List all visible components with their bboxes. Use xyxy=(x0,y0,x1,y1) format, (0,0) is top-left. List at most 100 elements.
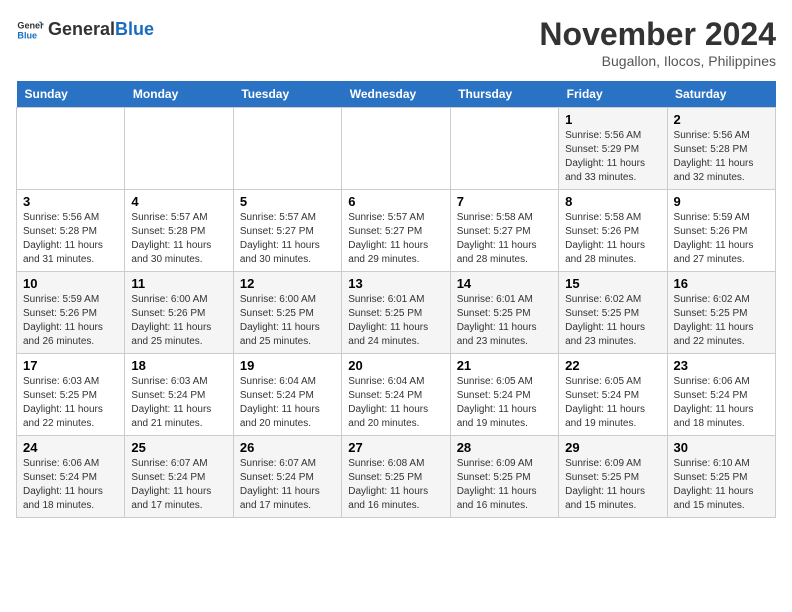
day-info: Sunrise: 6:07 AM Sunset: 5:24 PM Dayligh… xyxy=(131,457,226,513)
header-sunday: Sunday xyxy=(17,81,125,108)
day-number: 22 xyxy=(565,358,660,373)
day-number: 19 xyxy=(240,358,335,373)
day-number: 28 xyxy=(457,440,552,455)
day-info: Sunrise: 6:09 AM Sunset: 5:25 PM Dayligh… xyxy=(457,457,552,513)
calendar-day-cell: 30Sunrise: 6:10 AM Sunset: 5:25 PM Dayli… xyxy=(667,436,775,518)
day-info: Sunrise: 5:57 AM Sunset: 5:27 PM Dayligh… xyxy=(240,211,335,267)
calendar-day-cell: 15Sunrise: 6:02 AM Sunset: 5:25 PM Dayli… xyxy=(559,272,667,354)
day-number: 17 xyxy=(23,358,118,373)
calendar-day-cell: 25 Sunrise: 6:07 AM Sunset: 5:24 PM Dayli… xyxy=(125,436,233,518)
day-info: Sunrise: 6:09 AM Sunset: 5:25 PM Dayligh… xyxy=(565,457,660,513)
calendar-day-cell: 12 Sunrise: 6:00 AM Sunset: 5:25 PM Dayli… xyxy=(233,272,341,354)
day-info: Sunrise: 6:01 AM Sunset: 5:25 PM Dayligh… xyxy=(457,293,552,349)
calendar-day-cell: 27 Sunrise: 6:08 AM Sunset: 5:25 PM Dayli… xyxy=(342,436,450,518)
calendar-day-cell: 17 Sunrise: 6:03 AM Sunset: 5:25 PM Dayli… xyxy=(17,354,125,436)
day-number: 14 xyxy=(457,276,552,291)
day-info: Sunrise: 5:58 AM Sunset: 5:27 PM Dayligh… xyxy=(457,211,552,267)
calendar-day-cell: 19 Sunrise: 6:04 AM Sunset: 5:24 PM Dayli… xyxy=(233,354,341,436)
day-number: 7 xyxy=(457,194,552,209)
day-number: 18 xyxy=(131,358,226,373)
day-info: Sunrise: 6:07 AM Sunset: 5:24 PM Dayligh… xyxy=(240,457,335,513)
logo-blue-text: Blue xyxy=(115,19,154,39)
day-info: Sunrise: 5:58 AM Sunset: 5:26 PM Dayligh… xyxy=(565,211,660,267)
day-number: 25 xyxy=(131,440,226,455)
day-info: Sunrise: 6:03 AM Sunset: 5:25 PM Dayligh… xyxy=(23,375,118,431)
calendar-week-row: 17 Sunrise: 6:03 AM Sunset: 5:25 PM Dayli… xyxy=(17,354,776,436)
header-thursday: Thursday xyxy=(450,81,558,108)
day-number: 3 xyxy=(23,194,118,209)
calendar-day-cell xyxy=(125,108,233,190)
day-info: Sunrise: 6:00 AM Sunset: 5:26 PM Dayligh… xyxy=(131,293,226,349)
day-info: Sunrise: 5:56 AM Sunset: 5:28 PM Dayligh… xyxy=(23,211,118,267)
calendar-table: SundayMondayTuesdayWednesdayThursdayFrid… xyxy=(16,81,776,518)
day-info: Sunrise: 6:04 AM Sunset: 5:24 PM Dayligh… xyxy=(348,375,443,431)
day-info: Sunrise: 6:06 AM Sunset: 5:24 PM Dayligh… xyxy=(674,375,769,431)
calendar-day-cell xyxy=(450,108,558,190)
calendar-week-row: 3 Sunrise: 5:56 AM Sunset: 5:28 PM Daylig… xyxy=(17,190,776,272)
logo: General Blue GeneralBlue xyxy=(16,16,154,44)
calendar-day-cell: 5 Sunrise: 5:57 AM Sunset: 5:27 PM Daylig… xyxy=(233,190,341,272)
day-info: Sunrise: 6:06 AM Sunset: 5:24 PM Dayligh… xyxy=(23,457,118,513)
day-info: Sunrise: 6:05 AM Sunset: 5:24 PM Dayligh… xyxy=(457,375,552,431)
header-friday: Friday xyxy=(559,81,667,108)
calendar-day-cell: 13 Sunrise: 6:01 AM Sunset: 5:25 PM Dayli… xyxy=(342,272,450,354)
day-number: 1 xyxy=(565,112,660,127)
svg-text:Blue: Blue xyxy=(17,30,37,40)
day-info: Sunrise: 6:01 AM Sunset: 5:25 PM Dayligh… xyxy=(348,293,443,349)
calendar-week-row: 24 Sunrise: 6:06 AM Sunset: 5:24 PM Dayli… xyxy=(17,436,776,518)
calendar-header-row: SundayMondayTuesdayWednesdayThursdayFrid… xyxy=(17,81,776,108)
calendar-day-cell xyxy=(342,108,450,190)
calendar-day-cell: 28 Sunrise: 6:09 AM Sunset: 5:25 PM Dayli… xyxy=(450,436,558,518)
day-number: 21 xyxy=(457,358,552,373)
calendar-day-cell xyxy=(17,108,125,190)
header-wednesday: Wednesday xyxy=(342,81,450,108)
calendar-week-row: 1 Sunrise: 5:56 AM Sunset: 5:29 PM Daylig… xyxy=(17,108,776,190)
day-info: Sunrise: 6:03 AM Sunset: 5:24 PM Dayligh… xyxy=(131,375,226,431)
calendar-day-cell: 2Sunrise: 5:56 AM Sunset: 5:28 PM Daylig… xyxy=(667,108,775,190)
day-info: Sunrise: 6:04 AM Sunset: 5:24 PM Dayligh… xyxy=(240,375,335,431)
calendar-day-cell: 10Sunrise: 5:59 AM Sunset: 5:26 PM Dayli… xyxy=(17,272,125,354)
page-header: General Blue GeneralBlue November 2024 B… xyxy=(16,16,776,69)
day-number: 6 xyxy=(348,194,443,209)
calendar-day-cell: 18 Sunrise: 6:03 AM Sunset: 5:24 PM Dayli… xyxy=(125,354,233,436)
day-info: Sunrise: 6:05 AM Sunset: 5:24 PM Dayligh… xyxy=(565,375,660,431)
day-number: 27 xyxy=(348,440,443,455)
day-info: Sunrise: 5:56 AM Sunset: 5:29 PM Dayligh… xyxy=(565,129,660,185)
location-subtitle: Bugallon, Ilocos, Philippines xyxy=(539,53,776,69)
header-saturday: Saturday xyxy=(667,81,775,108)
day-number: 13 xyxy=(348,276,443,291)
day-info: Sunrise: 5:56 AM Sunset: 5:28 PM Dayligh… xyxy=(674,129,769,185)
day-number: 16 xyxy=(674,276,769,291)
calendar-day-cell: 8Sunrise: 5:58 AM Sunset: 5:26 PM Daylig… xyxy=(559,190,667,272)
header-tuesday: Tuesday xyxy=(233,81,341,108)
calendar-day-cell: 11 Sunrise: 6:00 AM Sunset: 5:26 PM Dayli… xyxy=(125,272,233,354)
calendar-day-cell: 29Sunrise: 6:09 AM Sunset: 5:25 PM Dayli… xyxy=(559,436,667,518)
calendar-day-cell: 24 Sunrise: 6:06 AM Sunset: 5:24 PM Dayli… xyxy=(17,436,125,518)
calendar-day-cell xyxy=(233,108,341,190)
title-block: November 2024 Bugallon, Ilocos, Philippi… xyxy=(539,16,776,69)
calendar-day-cell: 23 Sunrise: 6:06 AM Sunset: 5:24 PM Dayli… xyxy=(667,354,775,436)
logo-icon: General Blue xyxy=(16,16,44,44)
calendar-week-row: 10Sunrise: 5:59 AM Sunset: 5:26 PM Dayli… xyxy=(17,272,776,354)
calendar-day-cell: 1 Sunrise: 5:56 AM Sunset: 5:29 PM Daylig… xyxy=(559,108,667,190)
calendar-day-cell: 3 Sunrise: 5:56 AM Sunset: 5:28 PM Daylig… xyxy=(17,190,125,272)
day-info: Sunrise: 6:00 AM Sunset: 5:25 PM Dayligh… xyxy=(240,293,335,349)
logo-general-text: General xyxy=(48,19,115,39)
day-number: 4 xyxy=(131,194,226,209)
day-number: 10 xyxy=(23,276,118,291)
day-number: 12 xyxy=(240,276,335,291)
day-info: Sunrise: 6:08 AM Sunset: 5:25 PM Dayligh… xyxy=(348,457,443,513)
calendar-day-cell: 22 Sunrise: 6:05 AM Sunset: 5:24 PM Dayli… xyxy=(559,354,667,436)
month-year-title: November 2024 xyxy=(539,16,776,53)
calendar-day-cell: 20Sunrise: 6:04 AM Sunset: 5:24 PM Dayli… xyxy=(342,354,450,436)
day-number: 23 xyxy=(674,358,769,373)
day-info: Sunrise: 6:02 AM Sunset: 5:25 PM Dayligh… xyxy=(565,293,660,349)
day-number: 26 xyxy=(240,440,335,455)
day-number: 24 xyxy=(23,440,118,455)
calendar-day-cell: 7 Sunrise: 5:58 AM Sunset: 5:27 PM Daylig… xyxy=(450,190,558,272)
calendar-day-cell: 21 Sunrise: 6:05 AM Sunset: 5:24 PM Dayli… xyxy=(450,354,558,436)
day-info: Sunrise: 6:10 AM Sunset: 5:25 PM Dayligh… xyxy=(674,457,769,513)
day-number: 5 xyxy=(240,194,335,209)
day-info: Sunrise: 6:02 AM Sunset: 5:25 PM Dayligh… xyxy=(674,293,769,349)
day-number: 11 xyxy=(131,276,226,291)
